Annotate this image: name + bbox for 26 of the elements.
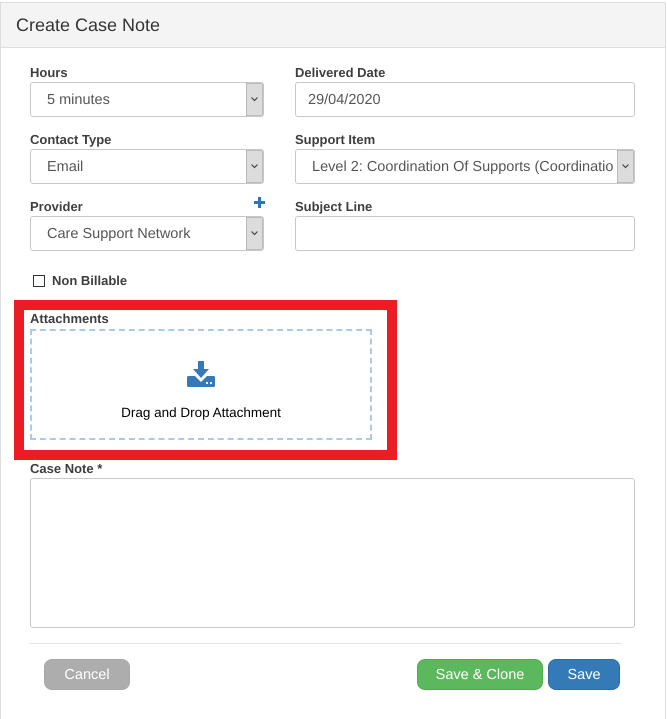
field-label: Contact Type (30, 131, 112, 149)
text-field[interactable]: 29/04/2020 (295, 82, 635, 117)
field-label: Support Item (295, 131, 376, 149)
dialog-title: Create Case Note (16, 14, 160, 36)
download-icon (187, 361, 215, 387)
checkbox-label: Non Billable (52, 272, 128, 290)
checkbox[interactable] (33, 275, 45, 287)
field-label: Attachments (30, 310, 109, 328)
case-note-field[interactable] (30, 478, 635, 628)
save-button[interactable]: Save (548, 659, 620, 690)
caret-icon[interactable] (246, 83, 263, 116)
dropdown-field[interactable]: Care Support Network (30, 216, 264, 251)
dropdown-field[interactable]: 5 minutes (30, 82, 264, 117)
field-label: Hours (30, 64, 68, 82)
field-label: Subject Line (295, 198, 372, 216)
caret-icon[interactable] (246, 217, 263, 250)
drop-zone[interactable]: Drag and Drop Attachment (30, 329, 372, 440)
field-label: Delivered Date (295, 64, 386, 82)
caret-icon[interactable] (617, 150, 634, 183)
dropdown-field[interactable]: Level 2: Coordination Of Supports (Coordinatio (295, 149, 635, 184)
caret-icon[interactable] (246, 150, 263, 183)
text-field[interactable] (295, 216, 635, 251)
field-label: Provider (30, 198, 83, 216)
plus-icon[interactable] (254, 197, 265, 208)
field-label: Case Note * (30, 460, 102, 478)
dropdown-field[interactable]: Email (30, 149, 264, 184)
